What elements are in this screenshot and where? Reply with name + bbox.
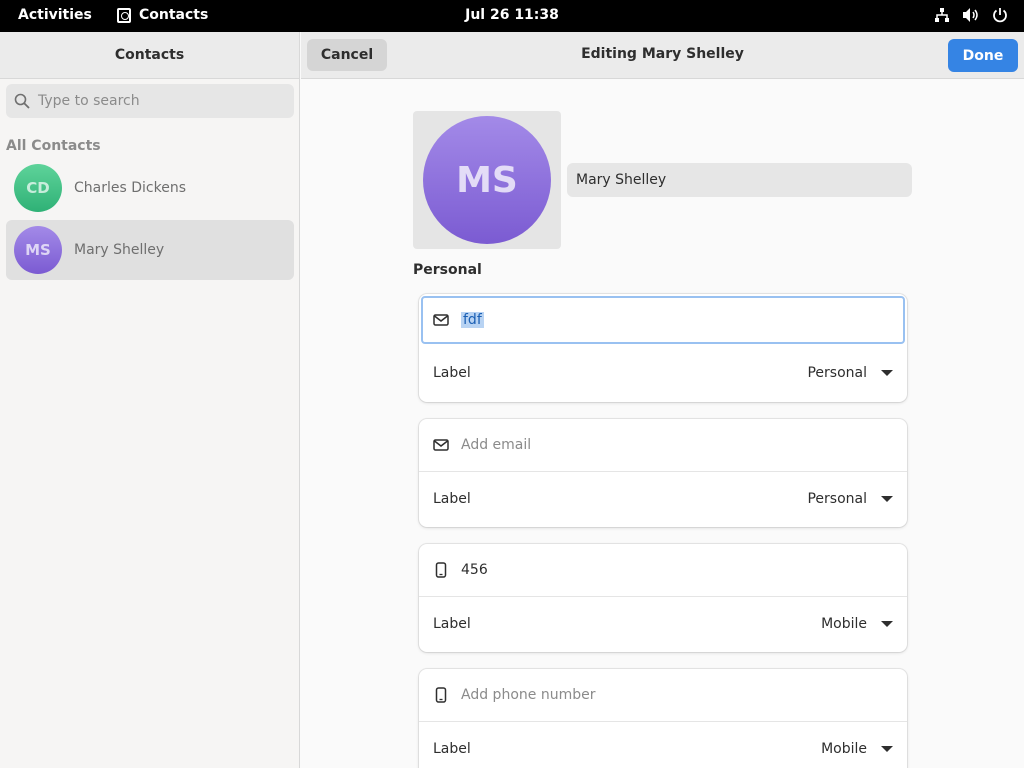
email-field[interactable]: fdf [421, 296, 905, 344]
phone-card: 456 Label Mobile [419, 544, 907, 652]
contact-name: Mary Shelley [74, 242, 165, 258]
label-dropdown[interactable]: Mobile [821, 741, 893, 757]
sidebar-header: Contacts [0, 32, 299, 79]
label-dropdown-value: Mobile [821, 741, 867, 757]
contacts-sidebar: Contacts Type to search All Contacts CD … [0, 32, 300, 768]
sidebar-title: Contacts [114, 47, 185, 63]
label-dropdown-value: Personal [807, 365, 867, 381]
label-text: Label [433, 741, 471, 757]
chevron-down-icon [881, 746, 893, 752]
name-field[interactable] [567, 163, 912, 197]
contact-item-charles-dickens[interactable]: CD Charles Dickens [6, 158, 294, 218]
email-field[interactable]: Add email [419, 419, 907, 472]
phone-value: 456 [461, 562, 488, 578]
label-row: Label Mobile [419, 722, 907, 768]
avatar-initials: CD [26, 179, 50, 197]
volume-icon [963, 8, 978, 22]
phone-card: Add phone number Label Mobile [419, 669, 907, 768]
section-title: Personal [413, 262, 482, 278]
system-tray[interactable] [934, 7, 1008, 23]
label-dropdown[interactable]: Personal [807, 491, 893, 507]
phone-icon [435, 562, 447, 578]
phone-placeholder: Add phone number [461, 687, 596, 703]
email-placeholder: Add email [461, 437, 532, 453]
search-placeholder: Type to search [38, 93, 140, 109]
label-row: Label Personal [419, 472, 907, 526]
label-row: Label Personal [419, 346, 907, 400]
label-text: Label [433, 491, 471, 507]
chevron-down-icon [881, 370, 893, 376]
email-card: fdf Label Personal [419, 294, 907, 402]
phone-field[interactable]: Add phone number [419, 669, 907, 722]
avatar: MS [14, 226, 62, 274]
label-dropdown-value: Personal [807, 491, 867, 507]
label-row: Label Mobile [419, 597, 907, 651]
avatar-picker-button[interactable]: MS [413, 111, 561, 249]
network-icon [935, 8, 949, 22]
mail-icon [433, 439, 449, 451]
email-value: fdf [461, 312, 484, 328]
search-icon [14, 93, 30, 109]
contact-editor: Cancel Editing Mary Shelley Done MS Pers… [301, 32, 1024, 768]
chevron-down-icon [881, 621, 893, 627]
power-icon [993, 8, 1007, 23]
contact-name: Charles Dickens [74, 180, 186, 196]
clock[interactable]: Jul 26 11:38 [0, 7, 1024, 23]
page-title: Editing Mary Shelley [581, 46, 744, 62]
avatar: MS [423, 116, 551, 244]
editor-header: Cancel Editing Mary Shelley Done [301, 32, 1024, 79]
chevron-down-icon [881, 496, 893, 502]
avatar: CD [14, 164, 62, 212]
avatar-initials: MS [25, 241, 51, 259]
group-title: All Contacts [6, 138, 101, 154]
label-dropdown[interactable]: Personal [807, 365, 893, 381]
phone-icon [435, 687, 447, 703]
label-dropdown[interactable]: Mobile [821, 616, 893, 632]
email-card: Add email Label Personal [419, 419, 907, 527]
search-input[interactable]: Type to search [6, 84, 294, 118]
label-dropdown-value: Mobile [821, 616, 867, 632]
top-bar: Activities Contacts Jul 26 11:38 [0, 0, 1024, 32]
label-text: Label [433, 365, 471, 381]
done-button[interactable]: Done [948, 39, 1018, 72]
label-text: Label [433, 616, 471, 632]
mail-icon [433, 314, 449, 326]
phone-field[interactable]: 456 [419, 544, 907, 597]
avatar-initials: MS [456, 159, 518, 201]
contact-item-mary-shelley[interactable]: MS Mary Shelley [6, 220, 294, 280]
